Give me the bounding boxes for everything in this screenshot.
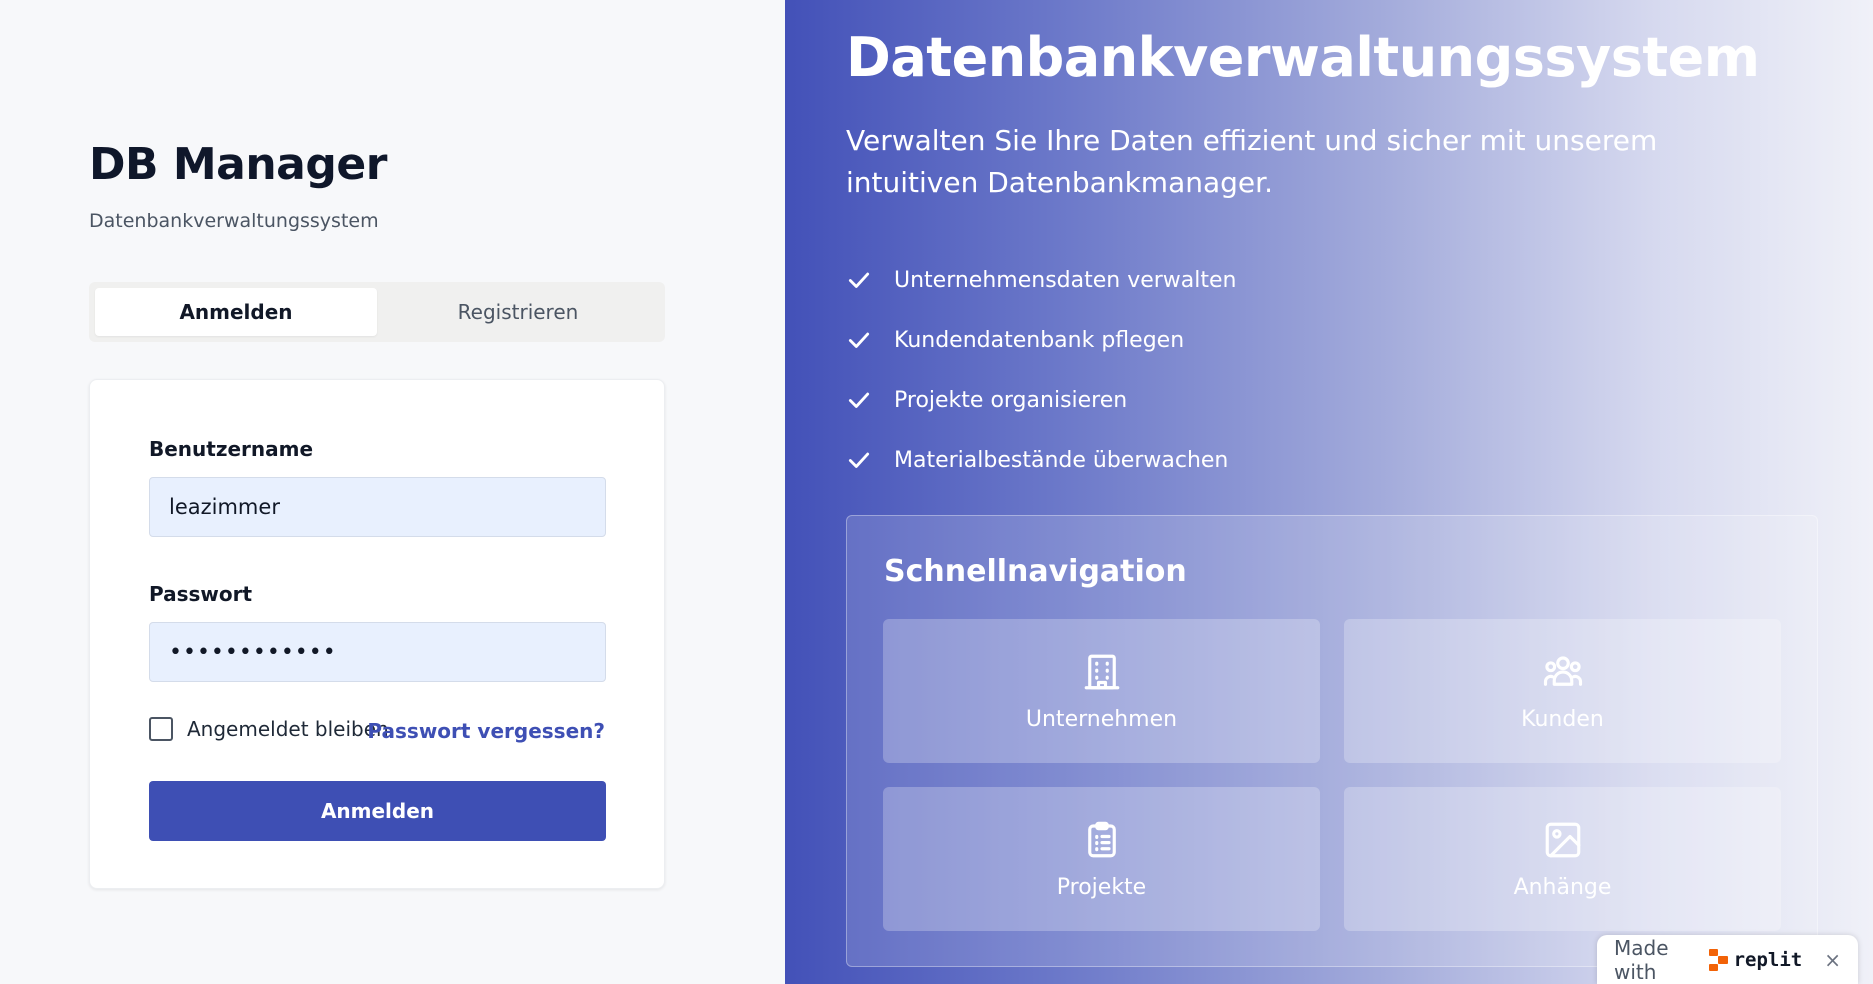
check-icon xyxy=(848,332,870,348)
hero-panel: Datenbankverwaltungssystem Verwalten Sie… xyxy=(785,0,1873,984)
app-subtitle: Datenbankverwaltungssystem xyxy=(89,210,379,232)
quicknav-tile-unternehmen[interactable]: Unternehmen xyxy=(883,619,1320,763)
feature-item: Materialbestände überwachen xyxy=(846,430,1237,490)
remember-me[interactable]: Angemeldet bleiben xyxy=(149,717,389,741)
image-icon xyxy=(1545,822,1580,857)
quicknav-tile-kunden[interactable]: Kunden xyxy=(1344,619,1781,763)
username-field[interactable]: leazimmer xyxy=(149,477,606,537)
login-panel: DB Manager Datenbankverwaltungssystem An… xyxy=(0,0,785,984)
made-with-replit-badge[interactable]: Made with replit × xyxy=(1597,935,1858,984)
check-icon xyxy=(848,392,870,408)
replit-logo-icon xyxy=(1708,948,1728,971)
quicknav-label: Anhänge xyxy=(1513,874,1612,900)
feature-label: Unternehmensdaten verwalten xyxy=(894,267,1237,293)
remember-label: Angemeldet bleiben xyxy=(187,717,389,741)
forgot-password-link[interactable]: Passwort vergessen? xyxy=(367,719,605,743)
quicknav-tile-projekte[interactable]: Projekte xyxy=(883,787,1320,931)
check-icon xyxy=(848,452,870,468)
quick-navigation: Schnellnavigation Unternehmen Kunden Pro… xyxy=(846,515,1818,967)
replit-logo-text: replit xyxy=(1733,948,1803,971)
tab-register[interactable]: Registrieren xyxy=(377,288,659,336)
replit-logo: replit xyxy=(1708,948,1803,971)
quicknav-label: Unternehmen xyxy=(1025,706,1178,732)
tab-login[interactable]: Anmelden xyxy=(95,288,377,336)
auth-tabs: Anmelden Registrieren xyxy=(89,282,665,342)
password-label: Passwort xyxy=(149,582,253,606)
hero-title: Datenbankverwaltungssystem xyxy=(846,26,1760,89)
password-field[interactable]: •••••••••••• xyxy=(149,622,606,682)
password-value: •••••••••••• xyxy=(169,639,337,665)
feature-item: Projekte organisieren xyxy=(846,370,1237,430)
check-icon xyxy=(848,272,870,288)
quicknav-label: Projekte xyxy=(1056,874,1147,900)
feature-item: Kundendatenbank pflegen xyxy=(846,310,1237,370)
login-card: Benutzername leazimmer Passwort ••••••••… xyxy=(89,379,665,889)
users-icon xyxy=(1543,655,1582,686)
username-value: leazimmer xyxy=(169,495,280,519)
badge-text: Made with xyxy=(1614,935,1669,984)
building-icon xyxy=(1084,654,1119,689)
app-title: DB Manager xyxy=(89,139,387,190)
clipboard-icon xyxy=(1087,821,1116,857)
feature-label: Kundendatenbank pflegen xyxy=(894,327,1185,353)
feature-list: Unternehmensdaten verwalten Kundendatenb… xyxy=(846,250,1237,490)
hero-subtitle: Verwalten Sie Ihre Daten effizient und s… xyxy=(846,124,1658,199)
close-icon[interactable]: × xyxy=(1824,948,1841,972)
quicknav-label: Kunden xyxy=(1521,706,1604,732)
feature-item: Unternehmensdaten verwalten xyxy=(846,250,1237,310)
username-label: Benutzername xyxy=(149,437,314,461)
feature-label: Materialbestände überwachen xyxy=(894,447,1229,473)
login-button[interactable]: Anmelden xyxy=(149,781,606,841)
remember-checkbox[interactable] xyxy=(149,717,173,741)
quicknav-tile-anhaenge[interactable]: Anhänge xyxy=(1344,787,1781,931)
feature-label: Projekte organisieren xyxy=(894,387,1128,413)
quicknav-title: Schnellnavigation xyxy=(884,554,1187,589)
